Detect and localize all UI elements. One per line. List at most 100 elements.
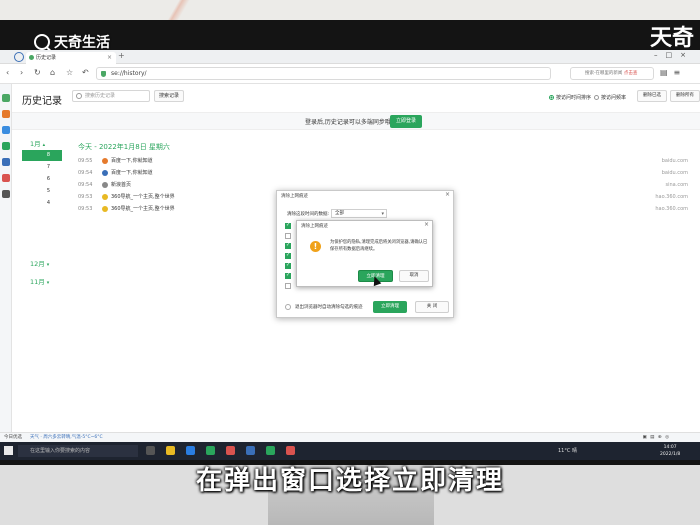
history-title[interactable]: 百度一下,你就知道 <box>111 158 153 164</box>
chevron-down-icon: ▾ <box>46 262 50 268</box>
chat-app-icon[interactable] <box>2 142 10 150</box>
site-favicon-icon <box>102 193 108 200</box>
checkbox-passwords[interactable] <box>285 272 291 279</box>
close-icon[interactable]: × <box>424 221 429 228</box>
back-icon[interactable]: ‹ <box>6 68 9 77</box>
window-controls[interactable]: –□× <box>654 51 694 59</box>
history-domain: baidu.com <box>661 170 688 176</box>
month-label: 1月 <box>30 140 41 148</box>
clock-date: 2022/1/8 <box>660 452 681 457</box>
month-jan[interactable]: 1月 ▴ <box>30 138 45 148</box>
list-item[interactable]: 09:54 百度一下,你就知道 baidu.com <box>78 168 688 179</box>
windows-taskbar: 在这里输入你要搜索的内容 11°C 晴 14:07 2022/1/8 <box>0 442 700 460</box>
blue-app-icon[interactable] <box>2 126 10 134</box>
cancel-button[interactable]: 取消 <box>399 270 429 282</box>
taskbar-weather[interactable]: 11°C 晴 <box>558 447 577 454</box>
windows-start-icon[interactable] <box>4 446 13 455</box>
doc-app-icon[interactable] <box>2 158 10 166</box>
history-domain: sina.com <box>665 182 689 188</box>
star-icon[interactable]: ☆ <box>66 68 73 77</box>
checkbox-other[interactable] <box>285 283 291 289</box>
day-item-5[interactable]: 5 <box>22 186 62 197</box>
clock-time: 14:07 <box>663 445 677 450</box>
site-favicon-icon <box>102 169 108 176</box>
history-title[interactable]: 新浪首页 <box>111 182 131 188</box>
banner-text: 登录后,历史记录可以多端同步哦~ <box>305 119 396 126</box>
delete-all-button[interactable]: 删除所有 <box>670 90 700 102</box>
green-app-icon[interactable] <box>2 94 10 102</box>
status-bar: 今日优选 天气 · 周六多云转晴,气温-5°C~6°C ▣ ▤ ⊕ ◎ <box>0 432 700 442</box>
dialog-close-button[interactable]: 关 闭 <box>415 301 449 313</box>
history-domain: hao.360.com <box>655 206 688 212</box>
forward-icon[interactable]: › <box>20 68 23 77</box>
undo-icon[interactable]: ↶ <box>82 68 89 77</box>
video-caption: 在弹出窗口选择立即清理 <box>195 466 504 496</box>
edge-icon[interactable] <box>186 446 195 455</box>
menu-icon[interactable]: ▤≡ <box>660 68 686 77</box>
browser-app-icon[interactable] <box>206 446 215 455</box>
search-icon <box>34 34 50 50</box>
time-range-label: 清除这段时间的数据: <box>287 212 330 217</box>
clean-now-button[interactable]: 立即清理 <box>373 301 407 313</box>
delete-selected-button[interactable]: 删除已选 <box>637 90 667 102</box>
taskbar-search-input[interactable]: 在这里输入你要搜索的内容 <box>18 445 138 457</box>
web-search-input[interactable]: 搜索·在哪里的新闻 点击查 <box>570 67 654 80</box>
day-item-4[interactable]: 4 <box>22 198 62 209</box>
task-view-icon[interactable] <box>146 446 155 455</box>
checkbox-form-data[interactable] <box>285 262 291 269</box>
orange-app-icon[interactable] <box>2 110 10 118</box>
day-item-7[interactable]: 7 <box>22 162 62 173</box>
site-favicon-icon <box>102 205 108 212</box>
tab-history[interactable]: 历史记录 × <box>26 52 116 64</box>
refresh-icon[interactable]: ↻ <box>34 68 41 77</box>
dialog-title: 清除上网痕迹 <box>281 194 308 199</box>
wall-decoration <box>150 0 210 22</box>
taskbar-search-placeholder: 在这里输入你要搜索的内容 <box>30 448 91 454</box>
chevron-down-icon: ▾ <box>46 280 50 286</box>
month-nov[interactable]: 11月 ▾ <box>30 276 49 286</box>
browser-toolbar: ‹ › ↻ ⌂ ☆ ↶ se://history/ 搜索·在哪里的新闻 点击查 … <box>0 64 700 84</box>
sort-by-frequency-label: 按访问频率 <box>601 95 627 101</box>
gray-app-icon[interactable] <box>2 190 10 198</box>
day-item-6[interactable]: 6 <box>22 174 62 185</box>
warning-icon: ! <box>310 241 321 252</box>
file-explorer-icon[interactable] <box>166 446 175 455</box>
sort-by-time-radio[interactable]: 按访问时间排序 <box>549 94 591 101</box>
history-domain: baidu.com <box>661 158 688 164</box>
time-range-select[interactable]: 全部 <box>331 209 387 218</box>
app-icon[interactable] <box>226 446 235 455</box>
search-history-button[interactable]: 搜索记录 <box>154 90 184 102</box>
tab-bar: 历史记录 × + –□× <box>0 50 700 64</box>
history-title[interactable]: 360导航_一个主页,整个世界 <box>111 194 175 200</box>
auto-clear-checkbox[interactable] <box>285 304 291 310</box>
room-background <box>0 0 700 22</box>
checkbox-download-history[interactable] <box>285 233 291 239</box>
login-button[interactable]: 立即登录 <box>390 115 422 128</box>
history-title[interactable]: 百度一下,你就知道 <box>111 170 153 176</box>
wps-icon[interactable] <box>286 446 295 455</box>
sort-by-time-label: 按访问时间排序 <box>556 95 592 101</box>
list-item[interactable]: 09:55 百度一下,你就知道 baidu.com <box>78 156 688 167</box>
history-search-input[interactable]: 搜索历史记录 <box>72 90 150 102</box>
home-icon[interactable]: ⌂ <box>50 68 55 77</box>
history-title[interactable]: 360导航_一个主页,整个世界 <box>111 206 175 212</box>
day-item-8[interactable]: 8 <box>22 150 62 161</box>
red-app-icon[interactable] <box>2 174 10 182</box>
tab-title: 历史记录 <box>36 55 57 61</box>
radio-selected-icon <box>549 95 554 100</box>
month-dec[interactable]: 12月 ▾ <box>30 258 49 268</box>
confirm-message: 为保护您的隐私,清理完成后将关闭浏览器,请确认已保存所有数据后再继续。 <box>330 240 428 252</box>
app-icon[interactable] <box>246 446 255 455</box>
new-tab-button[interactable]: + <box>118 51 125 60</box>
browser-logo-icon[interactable] <box>14 52 24 62</box>
sort-by-frequency-radio[interactable]: 按访问频率 <box>594 94 626 101</box>
close-icon[interactable]: × <box>445 191 450 198</box>
checkbox-cookies[interactable] <box>285 242 291 249</box>
taskbar-clock[interactable]: 14:07 2022/1/8 <box>660 444 680 458</box>
address-bar[interactable]: se://history/ <box>96 67 551 80</box>
checkbox-browsing-history[interactable] <box>285 222 291 229</box>
checkbox-cache[interactable] <box>285 252 291 259</box>
address-text: se://history/ <box>111 70 147 77</box>
wechat-icon[interactable] <box>266 446 275 455</box>
close-icon[interactable]: × <box>107 52 112 64</box>
